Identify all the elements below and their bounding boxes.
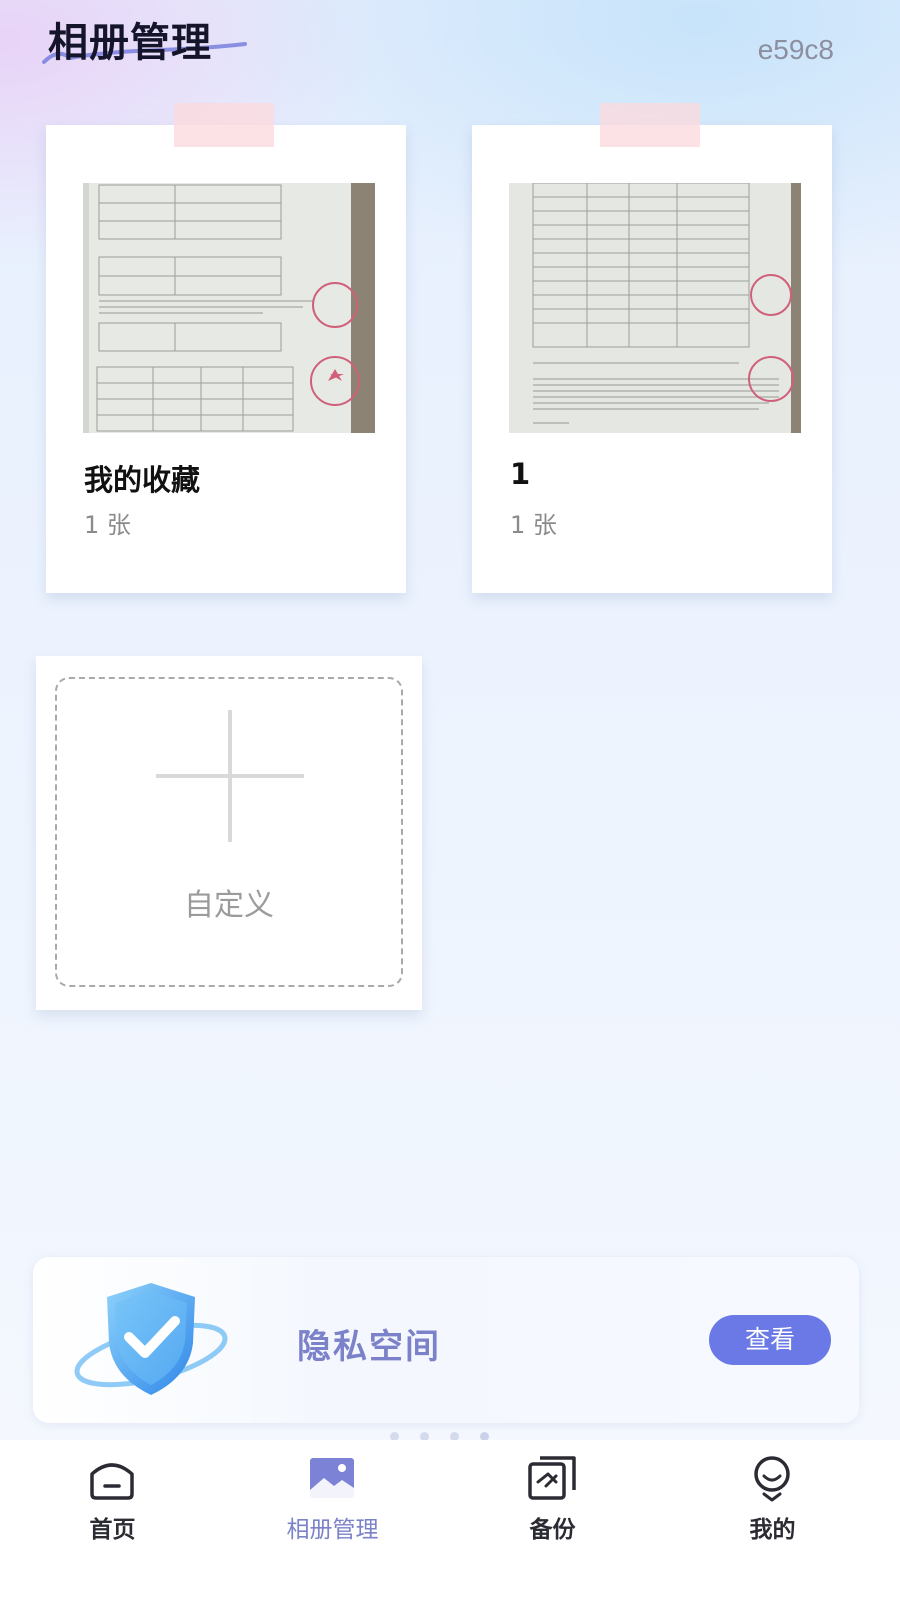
tab-label: 备份	[529, 1517, 576, 1543]
tab-album-management[interactable]: 相册管理	[220, 1440, 445, 1600]
plus-icon	[156, 710, 304, 842]
tape-decoration	[600, 103, 700, 147]
privacy-space-banner[interactable]: 隐私空间 查看	[33, 1257, 859, 1423]
tab-label: 我的	[749, 1517, 796, 1543]
album-card-1[interactable]: 1 1 张	[472, 103, 832, 593]
album-name: 我的收藏	[84, 463, 201, 497]
album-card-favorites[interactable]: 我的收藏 1 张	[46, 103, 406, 593]
bottom-tab-bar: 首页 相册管理 备份 我的	[0, 1440, 900, 1600]
custom-album-label: 自定义	[184, 888, 274, 923]
page-title: 相册管理	[48, 20, 212, 66]
view-button[interactable]: 查看	[709, 1315, 831, 1365]
privacy-space-title: 隐私空间	[297, 1327, 441, 1367]
tab-home[interactable]: 首页	[0, 1440, 225, 1600]
add-custom-album-button[interactable]: 自定义	[36, 656, 422, 1010]
tab-backup[interactable]: 备份	[440, 1440, 665, 1600]
tab-label: 相册管理	[286, 1517, 379, 1543]
album-name: 1	[510, 457, 531, 491]
album-icon	[310, 1458, 354, 1498]
backup-icon	[528, 1456, 576, 1500]
tab-label: 首页	[89, 1517, 136, 1543]
device-id: e59c8	[757, 34, 834, 65]
home-icon	[90, 1463, 134, 1500]
album-cover-image	[509, 183, 801, 433]
tab-profile[interactable]: 我的	[660, 1440, 885, 1600]
tape-decoration	[174, 103, 274, 147]
album-count: 1 张	[84, 511, 131, 539]
album-cover-image	[83, 183, 375, 433]
album-count: 1 张	[510, 511, 557, 539]
shield-check-icon	[74, 1283, 228, 1395]
profile-icon	[754, 1456, 790, 1502]
